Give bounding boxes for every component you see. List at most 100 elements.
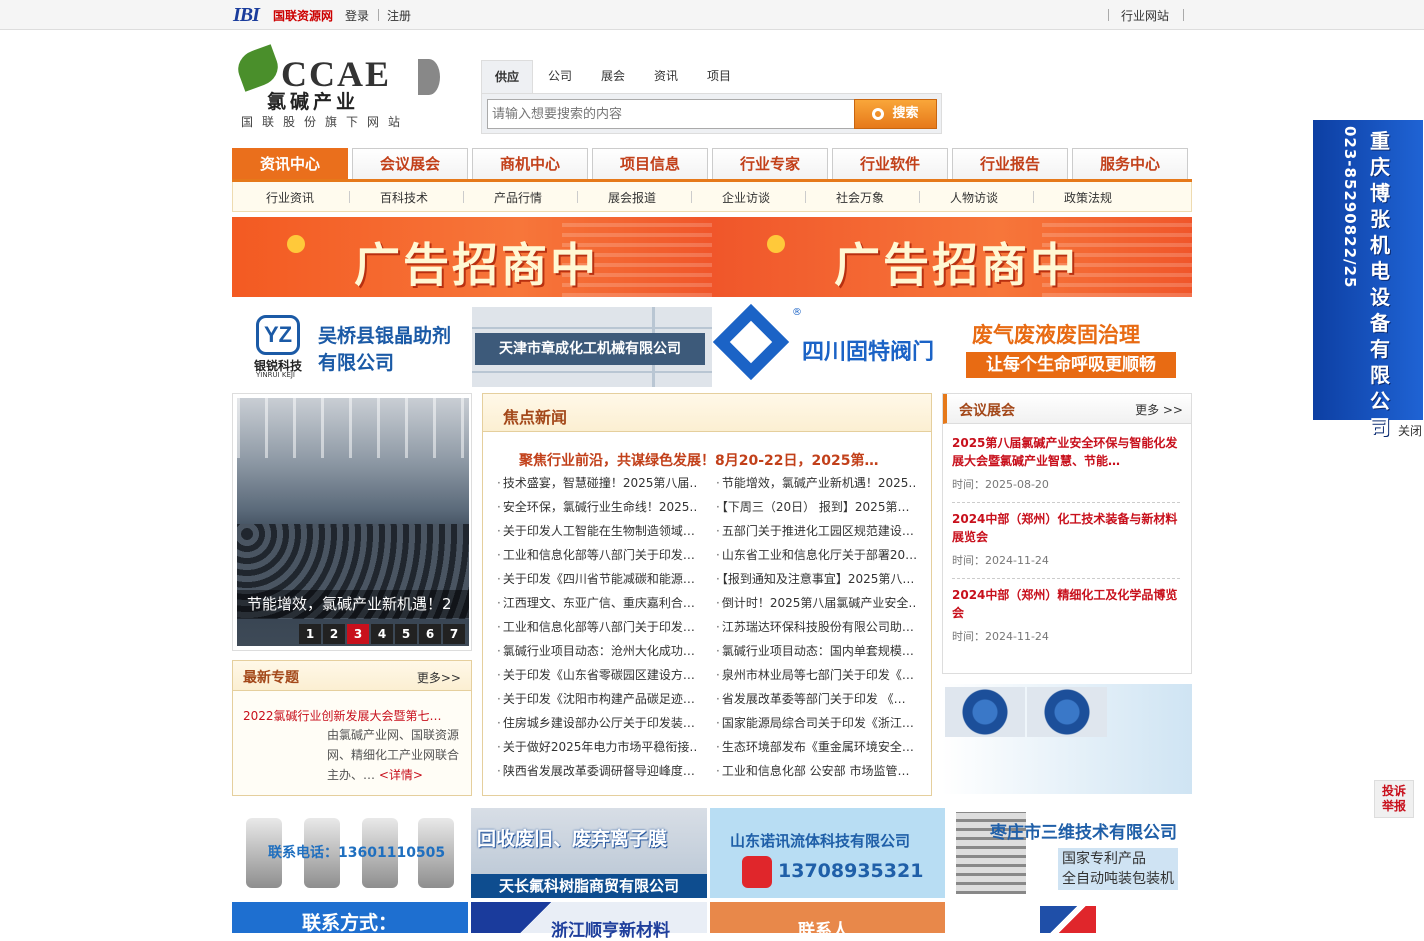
ad-gute-valve[interactable]: ® 四川固特阀门 — [712, 303, 952, 387]
ad-flowmeter[interactable]: 联系电话：13601110505 — [232, 808, 468, 898]
search-input[interactable] — [487, 99, 855, 129]
search-tab-project[interactable]: 项目 — [698, 60, 740, 94]
news-item[interactable]: 住房城乡建设部办公厅关于印发装… — [497, 714, 697, 731]
ad-sanwei[interactable]: 枣庄市三维技术有限公司 国家专利产品 全自动吨装包装机 — [948, 808, 1192, 898]
news-item[interactable]: 五部门关于推进化工园区规范建设… — [716, 522, 916, 539]
ad-line: 有限公司 — [318, 352, 395, 374]
nav-business[interactable]: 商机中心 — [472, 148, 588, 179]
news-item[interactable]: 山东省工业和信息化厅关于部署20… — [716, 546, 916, 563]
news-item[interactable]: 关于做好2025年电力市场平稳衔接… — [497, 738, 697, 755]
expo-item-title[interactable]: 2024中部（郑州）精细化工及化学品博览会 — [952, 586, 1184, 622]
ad-logo-y[interactable] — [948, 902, 1192, 933]
subnav-market[interactable]: 产品行情 — [461, 189, 575, 206]
ad-nuoxun[interactable]: 山东诺讯流体科技有限公司 13708935321 — [710, 808, 945, 898]
news-item[interactable]: 【下周三（20日） 报到】2025第… — [716, 498, 916, 515]
news-item[interactable]: 氯碱行业项目动态：沧州大化成功… — [497, 642, 697, 659]
brand-link[interactable]: 国联资源网 — [273, 7, 333, 24]
nav-reports[interactable]: 行业报告 — [952, 148, 1068, 179]
slider-page[interactable]: 7 — [443, 624, 465, 644]
gute-logo-icon — [712, 303, 790, 381]
subnav-policy[interactable]: 政策法规 — [1031, 189, 1145, 206]
expo-more-link[interactable]: 更多 >> — [1135, 401, 1183, 418]
subnav-people[interactable]: 人物访谈 — [917, 189, 1031, 206]
slider-page[interactable]: 5 — [395, 624, 417, 644]
search-tab-expo[interactable]: 展会 — [592, 60, 634, 94]
news-item[interactable]: 江西理文、东亚广信、重庆嘉利合… — [497, 594, 697, 611]
ad-banner[interactable]: 广告招商中 广告招商中 — [232, 217, 1192, 297]
floating-ad-close-button[interactable]: 关闭 — [1398, 422, 1422, 439]
site-logo[interactable]: CCAE 氯碱产业 国联股份旗下网站 — [233, 44, 453, 130]
subnav-industry-news[interactable]: 行业资讯 — [233, 189, 347, 206]
news-headline[interactable]: 聚焦行业前沿，共谋绿色发展！8月20-22日，2025第… — [519, 450, 878, 470]
news-item[interactable]: 陕西省发展改革委调研督导迎峰度… — [497, 762, 697, 779]
topic-detail-link[interactable]: <详情> — [379, 768, 423, 782]
news-item[interactable]: 工业和信息化部等八部门关于印发… — [497, 618, 697, 635]
expo-item[interactable]: 2024中部（郑州）化工技术装备与新材料展览会 时间：2024-11-24 — [952, 510, 1184, 568]
report-button[interactable]: 投诉 举报 — [1374, 780, 1414, 818]
expo-item-title[interactable]: 2024中部（郑州）化工技术装备与新材料展览会 — [952, 510, 1184, 546]
news-item[interactable]: 关于印发《四川省节能减碳和能源… — [497, 570, 697, 587]
divider — [952, 578, 1180, 579]
nav-experts[interactable]: 行业专家 — [712, 148, 828, 179]
expo-item-title[interactable]: 2025第八届氯碱产业安全环保与智能化发展大会暨氯碱产业智慧、节能… — [952, 434, 1184, 470]
news-item[interactable]: 江苏瑞达环保科技股份有限公司助… — [716, 618, 916, 635]
search-tab-company[interactable]: 公司 — [539, 60, 581, 94]
news-item[interactable]: 倒计时！2025第八届氯碱产业安全… — [716, 594, 916, 611]
subnav-interviews[interactable]: 企业访谈 — [689, 189, 803, 206]
expo-item[interactable]: 2024中部（郑州）精细化工及化学品博览会 时间：2024-11-24 — [952, 586, 1184, 644]
news-item[interactable]: 省发展改革委等部门关于印发 《… — [716, 690, 916, 707]
login-link[interactable]: 登录 — [345, 7, 369, 24]
news-item[interactable]: 安全环保，氯碱行业生命线！2025… — [497, 498, 697, 515]
subnav-society[interactable]: 社会万象 — [803, 189, 917, 206]
nav-expo[interactable]: 会议展会 — [352, 148, 468, 179]
news-item[interactable]: 技术盛宴，智慧碰撞！2025第八届… — [497, 474, 697, 491]
ad-pumps[interactable] — [942, 684, 1192, 794]
news-item[interactable]: 节能增效，氯碱产业新机遇！2025… — [716, 474, 916, 491]
nav-software[interactable]: 行业软件 — [832, 148, 948, 179]
ad-contact[interactable]: 联系方式： — [232, 902, 468, 934]
nav-news-center[interactable]: 资讯中心 — [232, 148, 348, 179]
floating-ad-name: 重庆博张机电设备有限公司 — [1370, 129, 1390, 439]
ad-membrane[interactable]: 回收废旧、废弃离子膜 天长氟科树脂商贸有限公司 — [471, 808, 707, 898]
slider-caption[interactable]: 节能增效，氯碱产业新机遇！2 — [237, 590, 469, 618]
industry-sites-link[interactable]: 行业网站 — [1121, 7, 1169, 24]
nav-service[interactable]: 服务中心 — [1072, 148, 1188, 179]
news-item[interactable]: 【报到通知及注意事宜】2025第八… — [716, 570, 916, 587]
topic-link[interactable]: 2022氯碱行业创新发展大会暨第七… — [243, 707, 442, 724]
slider-page[interactable]: 4 — [371, 624, 393, 644]
slider-page[interactable]: 6 — [419, 624, 441, 644]
news-item[interactable]: 关于印发人工智能在生物制造领域… — [497, 522, 697, 539]
floating-ad[interactable]: 重庆博张机电设备有限公司 023-85290822/25 — [1313, 120, 1423, 439]
slider-page-active[interactable]: 3 — [347, 624, 369, 644]
ad-gute-text: 四川固特阀门 — [802, 340, 935, 365]
news-item[interactable]: 工业和信息化部 公安部 市场监管… — [716, 762, 916, 779]
news-item[interactable]: 泉州市林业局等七部门关于印发《… — [716, 666, 916, 683]
search-tab-supply[interactable]: 供应 — [481, 60, 533, 94]
news-item[interactable]: 关于印发《山东省零碳园区建设方… — [497, 666, 697, 683]
ibi-logo[interactable]: IBI — [233, 4, 260, 27]
ad-waste-treatment[interactable]: 废气废液废固治理 让每个生命呼吸更顺畅 — [952, 307, 1192, 387]
ad-shunheng[interactable]: 浙江顺亨新材料 — [471, 902, 707, 941]
ad-zhangcheng[interactable]: 天津市章成化工机械有限公司 — [472, 307, 712, 387]
ad-contact-person[interactable]: 联系人 — [710, 902, 945, 941]
register-link[interactable]: 注册 — [387, 7, 411, 24]
map-road — [472, 327, 712, 329]
yinrui-logo-icon: YZ — [256, 315, 300, 355]
slider-page[interactable]: 2 — [323, 624, 345, 644]
news-item[interactable]: 生态环境部发布《重金属环境安全… — [716, 738, 916, 755]
expo-item[interactable]: 2025第八届氯碱产业安全环保与智能化发展大会暨氯碱产业智慧、节能… 时间：20… — [952, 434, 1184, 492]
search-button[interactable]: 搜索 — [854, 99, 937, 129]
subnav-encyclopedia[interactable]: 百科技术 — [347, 189, 461, 206]
slider-page[interactable]: 1 — [299, 624, 321, 644]
search-tab-news[interactable]: 资讯 — [645, 60, 687, 94]
news-item[interactable]: 工业和信息化部等八部门关于印发… — [497, 546, 697, 563]
nav-projects[interactable]: 项目信息 — [592, 148, 708, 179]
news-item[interactable]: 氯碱行业项目动态：国内单套规模… — [716, 642, 916, 659]
ad-yinjing[interactable]: YZ 银锐科技 YINRUI KEJI 吴桥县银晶助剂 有限公司 — [232, 307, 468, 387]
subnav-expo-report[interactable]: 展会报道 — [575, 189, 689, 206]
news-item[interactable]: 国家能源局综合司关于印发《浙江… — [716, 714, 916, 731]
topics-more-link[interactable]: 更多>> — [417, 669, 461, 686]
news-item[interactable]: 关于印发《沈阳市构建产品碳足迹… — [497, 690, 697, 707]
report-label: 投诉 — [1381, 784, 1406, 798]
slider-pager: 1 2 3 4 5 6 7 — [299, 624, 465, 644]
